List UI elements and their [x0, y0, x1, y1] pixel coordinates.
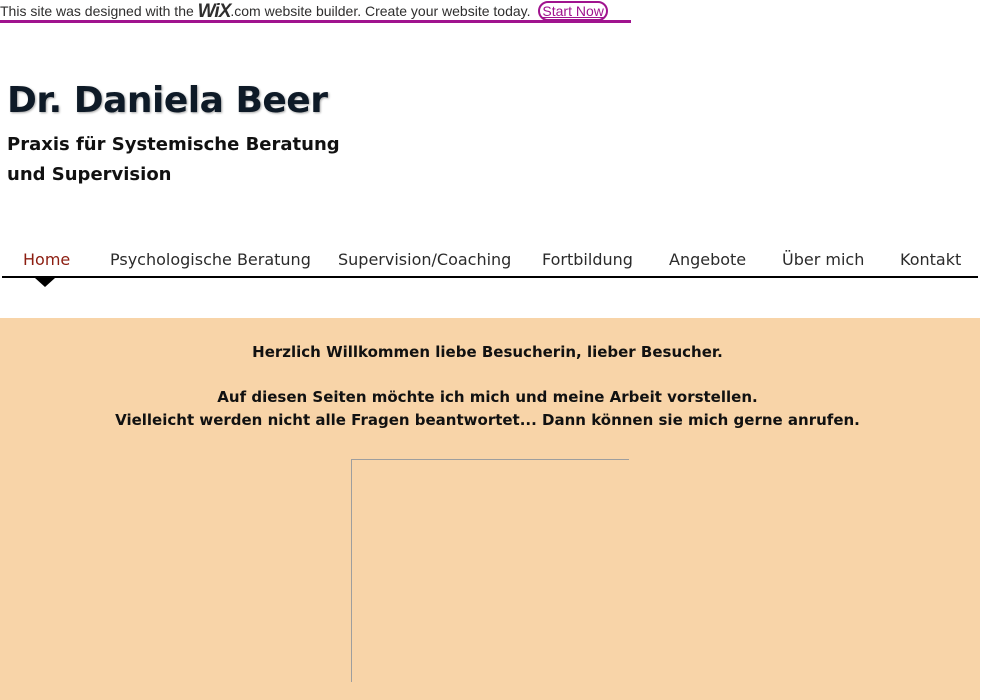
nav-item-ueber-mich[interactable]: Über mich	[782, 250, 864, 269]
wix-banner: This site was designed with the WiX.com …	[0, 0, 631, 23]
banner-prefix: This site was designed with the	[0, 3, 194, 19]
nav-item-kontakt[interactable]: Kontakt	[900, 250, 961, 269]
nav-item-angebote[interactable]: Angebote	[669, 250, 746, 269]
welcome-greeting: Herzlich Willkommen liebe Besucherin, li…	[252, 343, 723, 361]
site-title[interactable]: Dr. Daniela Beer	[7, 80, 328, 121]
site-subtitle: Praxis für Systemische Beratung und Supe…	[7, 130, 340, 190]
start-now-button[interactable]: Start Now	[538, 1, 608, 21]
active-nav-arrow-icon	[35, 278, 55, 287]
subtitle-line-1: Praxis für Systemische Beratung	[7, 134, 340, 155]
wix-logo[interactable]: WiX	[198, 1, 232, 22]
nav-item-fortbildung[interactable]: Fortbildung	[542, 250, 633, 269]
nav-item-psychologische-beratung[interactable]: Psychologische Beratung	[110, 250, 311, 269]
welcome-intro: Auf diesen Seiten möchte ich mich und me…	[217, 388, 758, 406]
banner-suffix: .com website builder. Create your websit…	[230, 3, 531, 19]
welcome-call-hint: Vielleicht werden nicht alle Fragen bean…	[115, 411, 860, 429]
main-navigation: Home Psychologische Beratung Supervision…	[2, 246, 978, 287]
subtitle-line-2: und Supervision	[7, 164, 172, 185]
nav-item-supervision-coaching[interactable]: Supervision/Coaching	[338, 250, 511, 269]
image-frame	[351, 459, 629, 682]
banner-underline	[0, 20, 631, 23]
content-area: Herzlich Willkommen liebe Besucherin, li…	[0, 318, 980, 700]
nav-item-home[interactable]: Home	[23, 250, 70, 269]
